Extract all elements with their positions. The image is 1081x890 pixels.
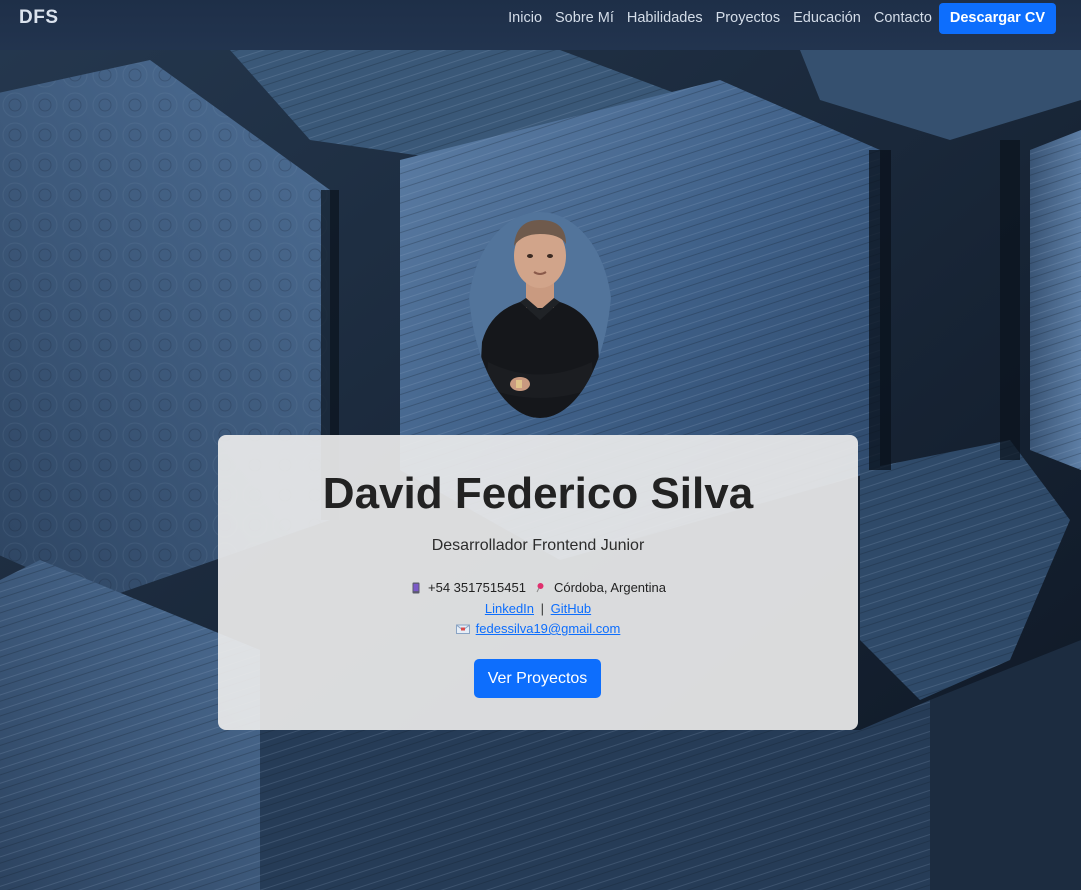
- phone-number: +54 3517515451: [428, 580, 526, 595]
- location-text: Córdoba, Argentina: [553, 580, 666, 595]
- email-line: fedessilva19@gmail.com: [218, 621, 858, 636]
- nav-links: Inicio Sobre Mí Habilidades Proyectos Ed…: [508, 2, 1056, 34]
- contact-info-line: +54 3517515451 Córdoba, Argentina: [218, 580, 858, 595]
- nav-link-habilidades[interactable]: Habilidades: [627, 10, 703, 26]
- profile-name: David Federico Silva: [322, 469, 754, 518]
- github-link[interactable]: GitHub: [551, 601, 591, 616]
- mobile-phone-icon: [410, 582, 422, 594]
- link-separator: |: [540, 601, 545, 616]
- download-cv-button[interactable]: Descargar CV: [938, 2, 1056, 34]
- nav-link-proyectos[interactable]: Proyectos: [716, 10, 780, 26]
- navbar: DFS Inicio Sobre Mí Habilidades Proyecto…: [0, 0, 1081, 50]
- profile-role: Desarrollador Frontend Junior: [431, 537, 645, 554]
- social-links: LinkedIn | GitHub: [218, 601, 858, 616]
- linkedin-link[interactable]: LinkedIn: [485, 601, 534, 616]
- brand-logo[interactable]: DFS: [19, 7, 59, 29]
- nav-link-contacto[interactable]: Contacto: [874, 10, 932, 26]
- nav-link-inicio[interactable]: Inicio: [508, 10, 542, 26]
- email-link[interactable]: fedessilva19@gmail.com: [476, 621, 621, 636]
- envelope-icon: [455, 623, 470, 635]
- pushpin-icon: [536, 582, 548, 594]
- nav-link-educacion[interactable]: Educación: [793, 10, 861, 26]
- nav-link-sobre-mi[interactable]: Sobre Mí: [555, 10, 614, 26]
- hero-card: David Federico Silva Desarrollador Front…: [218, 435, 858, 730]
- view-projects-button[interactable]: Ver Proyectos: [474, 659, 601, 698]
